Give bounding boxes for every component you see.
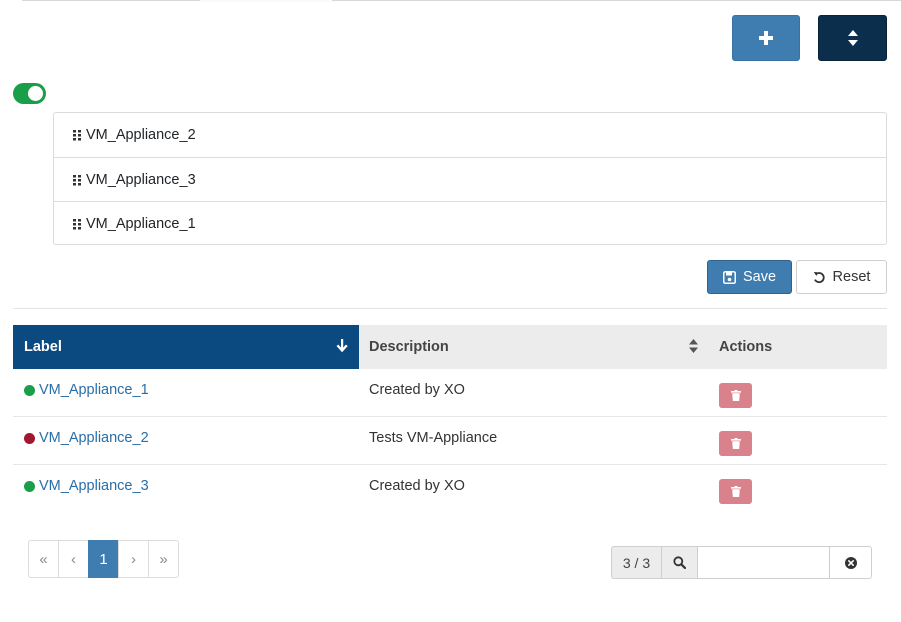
tab-strip-divider-right	[332, 0, 901, 1]
delete-button[interactable]	[719, 383, 752, 408]
save-button-label: Save	[742, 269, 777, 285]
column-header-label-text: Label	[24, 339, 62, 355]
sort-desc-icon	[336, 339, 348, 353]
column-header-actions: Actions	[709, 325, 887, 369]
sortable-item[interactable]: VM_Appliance_3	[54, 157, 886, 201]
sortable-item[interactable]: VM_Appliance_1	[54, 201, 886, 245]
toggle-switch[interactable]	[13, 83, 46, 104]
search-icon	[673, 556, 686, 569]
trash-icon	[730, 438, 741, 449]
sortable-item[interactable]: VM_Appliance_2	[54, 113, 886, 157]
pagination: « ‹ 1 › »	[28, 540, 179, 578]
search-addon	[662, 546, 698, 579]
sort-icon	[689, 339, 698, 353]
sortable-item-label: VM_Appliance_3	[86, 171, 196, 188]
plus-icon	[759, 31, 773, 45]
add-button[interactable]	[732, 15, 800, 61]
trash-icon	[730, 390, 741, 401]
delete-button[interactable]	[719, 479, 752, 504]
sort-icon	[847, 30, 858, 46]
trash-icon	[730, 486, 741, 497]
reset-button[interactable]: Reset	[796, 260, 887, 294]
status-halted-icon	[24, 432, 35, 444]
description-cell: Created by XO	[369, 382, 465, 398]
result-count: 3 / 3	[611, 546, 662, 579]
table-row: VM_Appliance_2 Tests VM-Appliance	[13, 417, 887, 465]
status-running-icon	[24, 384, 35, 396]
undo-icon	[813, 271, 825, 283]
description-cell: Tests VM-Appliance	[369, 430, 498, 446]
table-row: VM_Appliance_3 Created by XO	[13, 465, 887, 513]
search-input[interactable]	[698, 546, 830, 579]
vm-link[interactable]: VM_Appliance_1	[39, 382, 149, 398]
column-header-description[interactable]: Description	[359, 325, 709, 369]
tab-active-indicator	[200, 0, 332, 2]
sortable-item-label: VM_Appliance_2	[86, 127, 196, 143]
label-cell: VM_Appliance_3	[24, 465, 149, 507]
pagination-first[interactable]: «	[28, 540, 59, 578]
toggle-knob	[28, 86, 43, 101]
pagination-last[interactable]: »	[148, 540, 179, 578]
label-cell: VM_Appliance_1	[24, 369, 149, 411]
delete-button[interactable]	[719, 431, 752, 456]
reset-button-label: Reset	[832, 269, 871, 285]
drag-handle-icon	[73, 218, 81, 229]
sortable-item-label: VM_Appliance_1	[86, 215, 196, 232]
tab-strip-divider	[22, 0, 200, 1]
drag-handle-icon	[73, 130, 81, 141]
drag-handle-icon	[73, 174, 81, 185]
save-icon	[722, 270, 736, 284]
pagination-prev[interactable]: ‹	[58, 540, 89, 578]
pagination-page-current[interactable]: 1	[88, 540, 119, 578]
vm-link[interactable]: VM_Appliance_3	[39, 478, 149, 494]
column-header-description-text: Description	[369, 339, 449, 355]
clear-search-button[interactable]	[830, 546, 872, 579]
column-header-label[interactable]: Label	[13, 325, 359, 369]
table-row: VM_Appliance_1 Created by XO	[13, 369, 887, 417]
label-cell: VM_Appliance_2	[24, 417, 149, 459]
vm-link[interactable]: VM_Appliance_2	[39, 430, 149, 446]
clear-icon	[844, 556, 857, 569]
sortable-list: VM_Appliance_2 VM_Appliance_3 VM_Applian…	[53, 112, 887, 245]
status-running-icon	[24, 480, 35, 492]
save-button[interactable]: Save	[707, 260, 792, 294]
column-header-actions-text: Actions	[719, 339, 773, 355]
sort-button[interactable]	[818, 15, 887, 61]
filter-group: 3 / 3	[611, 546, 872, 579]
description-cell: Created by XO	[369, 478, 465, 494]
pagination-next[interactable]: ›	[118, 540, 149, 578]
divider	[13, 308, 887, 309]
